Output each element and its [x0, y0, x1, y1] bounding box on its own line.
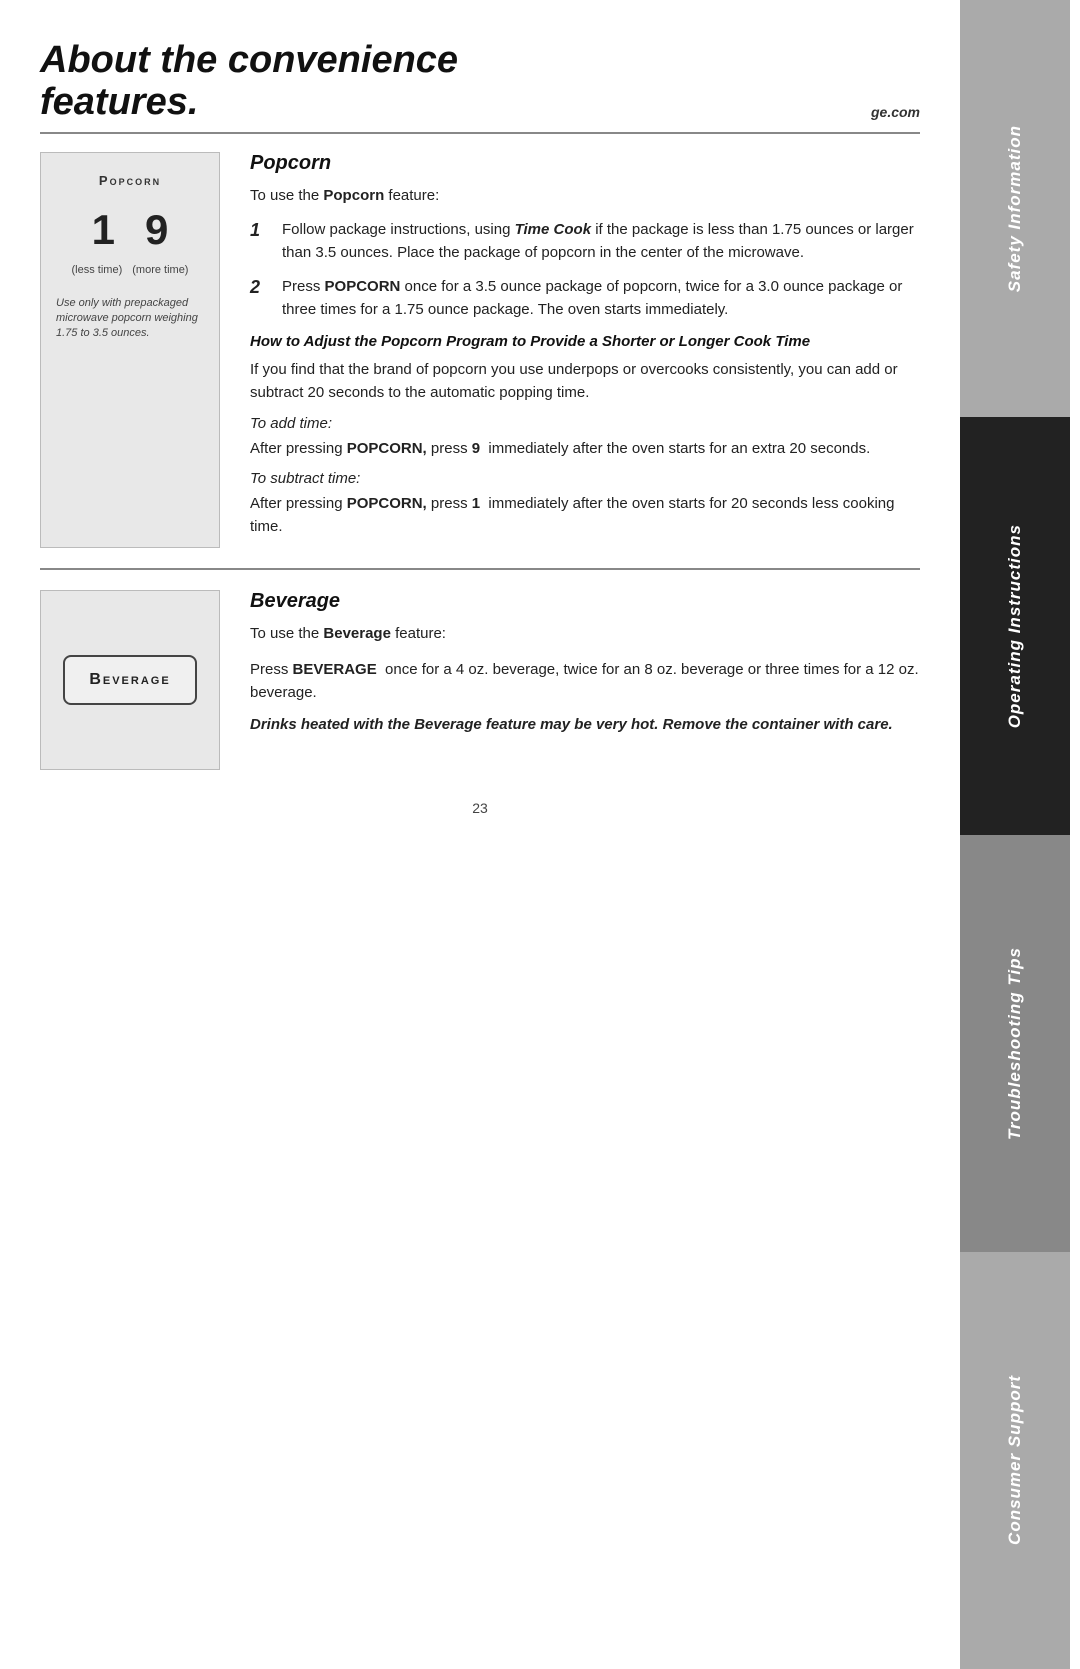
adjust-heading: How to Adjust the Popcorn Program to Pro… [250, 333, 920, 350]
popcorn-section: Popcorn 1 9 (less time) (more time) Use … [40, 152, 920, 549]
popcorn-sublabels: (less time) (more time) [72, 264, 189, 276]
popcorn-img-caption: Use only with prepackaged microwave popc… [56, 296, 204, 342]
troubleshooting-label: Troubleshooting Tips [1005, 937, 1025, 1150]
step-1-text: Follow package instructions, using Time … [282, 219, 920, 264]
popcorn-intro: To use the Popcorn feature: [250, 185, 920, 208]
beverage-section: Beverage Beverage To use the Beverage fe… [40, 590, 920, 770]
to-add-label: To add time: [250, 415, 920, 432]
sidebar-troubleshooting: Troubleshooting Tips [960, 835, 1070, 1252]
sidebar-safety: Safety Information [960, 0, 1070, 417]
beverage-text-area: Beverage To use the Beverage feature: Pr… [250, 590, 920, 770]
beverage-warning: Drinks heated with the Beverage feature … [250, 714, 920, 737]
step-2-text: Press POPCORN once for a 3.5 ounce packa… [282, 276, 920, 321]
sidebar-consumer: Consumer Support [960, 1252, 1070, 1669]
page-number: 23 [40, 800, 920, 816]
operating-label: Operating Instructions [1005, 514, 1025, 738]
adjust-body: If you find that the brand of popcorn yo… [250, 358, 920, 405]
sidebar-operating: Operating Instructions [960, 417, 1070, 834]
to-subtract-body: After pressing POPCORN, press 1 immediat… [250, 492, 920, 539]
popcorn-panel-label: Popcorn [99, 173, 161, 188]
section-divider [40, 568, 920, 570]
safety-label: Safety Information [1005, 115, 1025, 302]
beverage-body: Press BEVERAGE once for a 4 oz. beverage… [250, 658, 920, 705]
popcorn-text-area: Popcorn To use the Popcorn feature: 1 Fo… [250, 152, 920, 549]
beverage-intro: To use the Beverage feature: [250, 623, 920, 646]
beverage-image-panel: Beverage [40, 590, 220, 770]
popcorn-number-1: 1 [92, 206, 115, 254]
beverage-button-display: Beverage [63, 655, 196, 705]
to-subtract-label: To subtract time: [250, 470, 920, 487]
beverage-heading: Beverage [250, 590, 920, 613]
popcorn-step-2: 2 Press POPCORN once for a 3.5 ounce pac… [250, 276, 920, 321]
popcorn-step-1: 1 Follow package instructions, using Tim… [250, 219, 920, 264]
popcorn-image-panel: Popcorn 1 9 (less time) (more time) Use … [40, 152, 220, 549]
to-add-body: After pressing POPCORN, press 9 immediat… [250, 437, 920, 460]
website-label: ge.com [871, 104, 920, 120]
main-content: About the convenience features. ge.com P… [0, 0, 960, 1669]
consumer-label: Consumer Support [1005, 1365, 1025, 1555]
right-sidebar: Safety Information Operating Instruction… [960, 0, 1070, 1669]
less-time-label: (less time) [72, 264, 123, 276]
popcorn-numbers: 1 9 [92, 206, 169, 254]
page-header: About the convenience features. ge.com [40, 40, 920, 134]
more-time-label: (more time) [132, 264, 188, 276]
step-1-number: 1 [250, 220, 270, 241]
popcorn-heading: Popcorn [250, 152, 920, 175]
page-title: About the convenience features. [40, 40, 458, 124]
step-2-number: 2 [250, 277, 270, 298]
popcorn-number-9: 9 [145, 206, 168, 254]
